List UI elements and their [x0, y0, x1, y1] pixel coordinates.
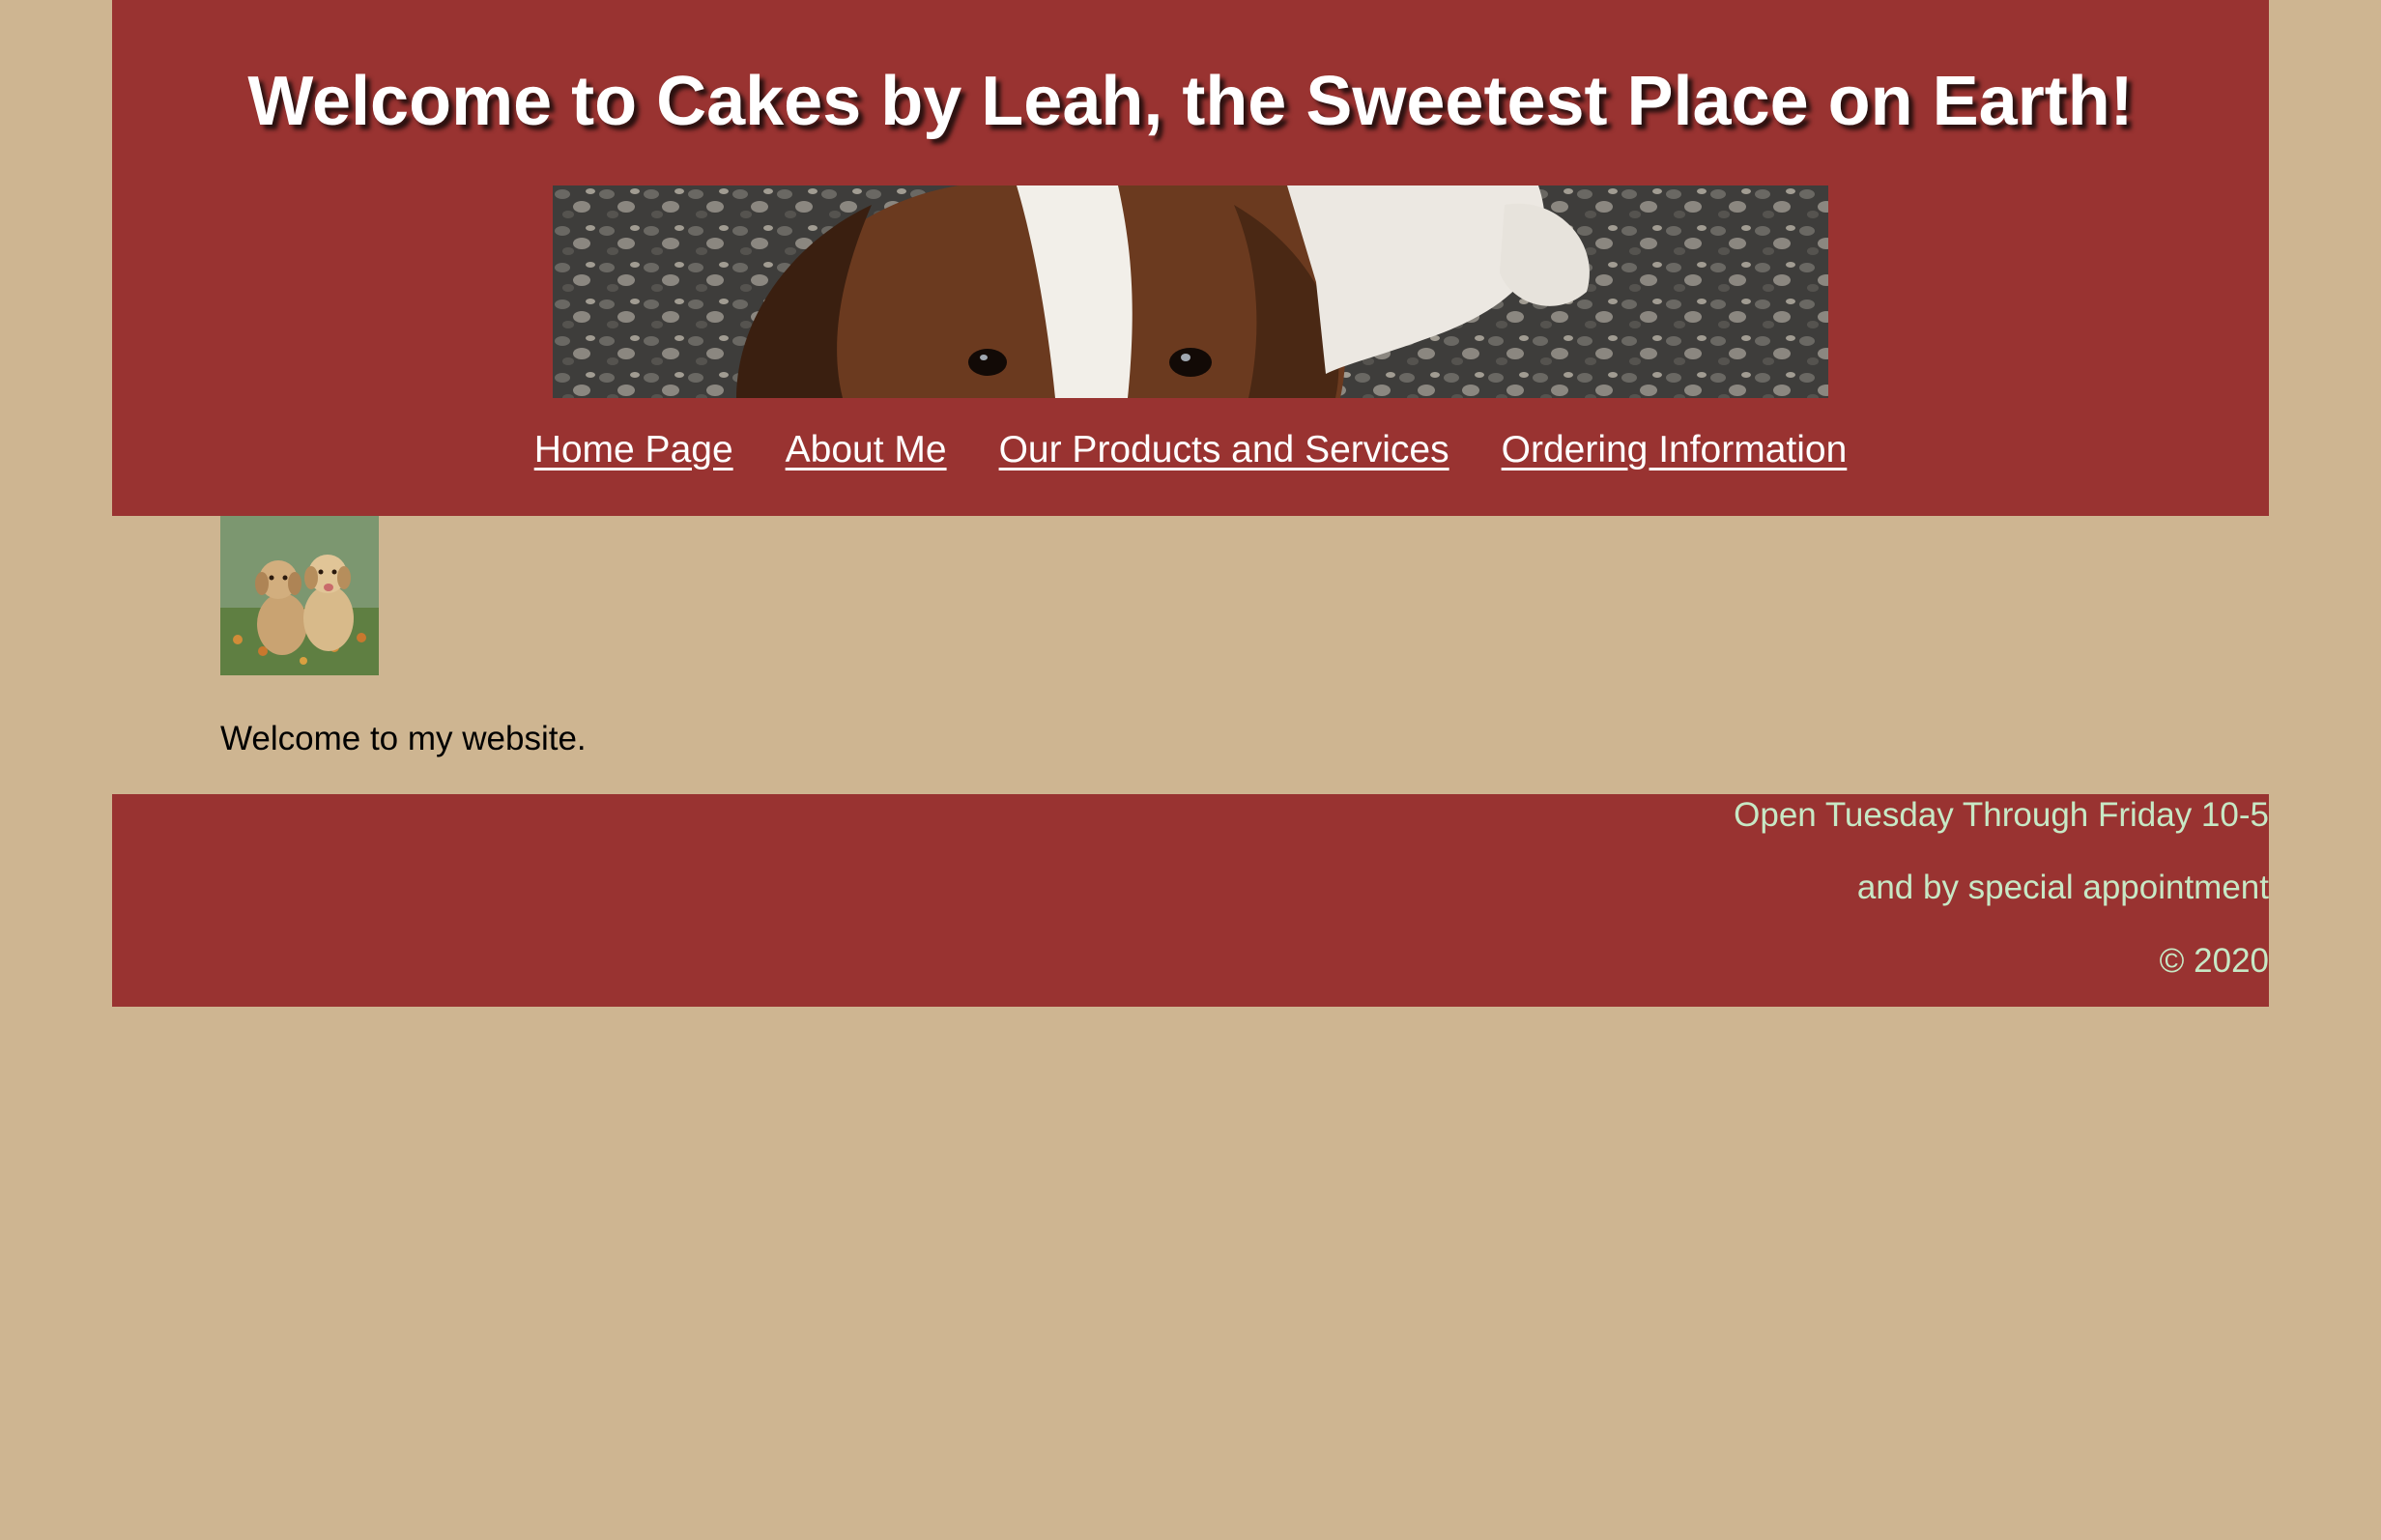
- site-header: Welcome to Cakes by Leah, the Sweetest P…: [112, 0, 2269, 516]
- footer-appointment: and by special appointment: [1856, 869, 2269, 906]
- puppies-thumbnail-image: [220, 516, 379, 675]
- banner-image: [553, 185, 1828, 398]
- footer-copyright: © 2020: [2159, 942, 2269, 980]
- nav-home-page-link[interactable]: Home Page: [534, 421, 733, 479]
- site-footer: Open Tuesday Through Friday 10-5 and by …: [112, 794, 2269, 1007]
- nav-ordering-information-link[interactable]: Ordering Information: [1502, 421, 1848, 479]
- page-title: Welcome to Cakes by Leah, the Sweetest P…: [247, 63, 2134, 140]
- main-nav: Home Page About Me Our Products and Serv…: [112, 421, 2269, 479]
- footer-hours: Open Tuesday Through Friday 10-5: [1734, 796, 2269, 834]
- welcome-text: Welcome to my website.: [220, 720, 587, 757]
- nav-about-me-link[interactable]: About Me: [786, 421, 947, 479]
- nav-products-services-link[interactable]: Our Products and Services: [999, 421, 1449, 479]
